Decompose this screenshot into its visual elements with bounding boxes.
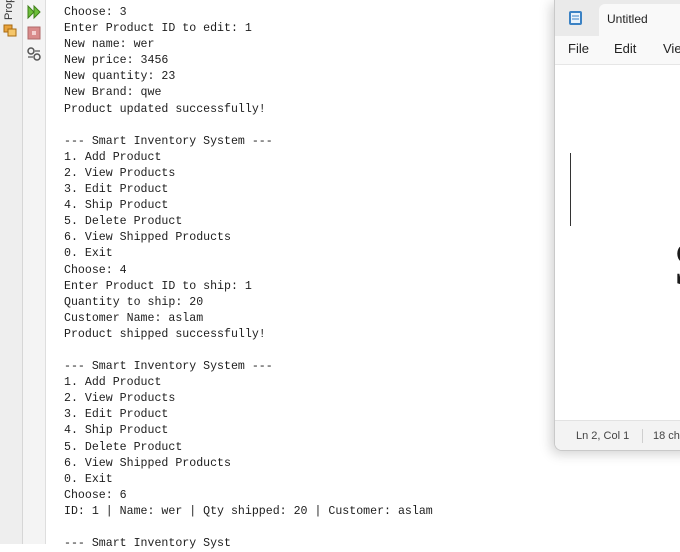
- console-line: Choose: 3: [64, 6, 127, 19]
- console-line: 5. Delete Product: [64, 440, 183, 454]
- notepad-window[interactable]: Untitled File Edit Vie S Ln 2, Col 1 18 …: [554, 0, 680, 451]
- console-line: 2. View Products: [64, 166, 176, 180]
- console-line: 0. Exit: [64, 247, 113, 261]
- console-line: 3. Edit Product: [64, 408, 169, 422]
- console-line: New name: wer: [64, 38, 155, 52]
- console-line: 1. Add Product: [64, 376, 162, 390]
- stop-icon[interactable]: [26, 25, 42, 41]
- properties-label: Prop: [3, 0, 15, 20]
- console-line: Product shipped successfully!: [64, 327, 266, 341]
- menu-file[interactable]: File: [568, 41, 589, 56]
- settings-icon[interactable]: [26, 46, 42, 62]
- console-line: 0. Exit: [64, 472, 113, 486]
- notepad-titlebar[interactable]: Untitled: [555, 0, 680, 36]
- output-toolbar: [23, 0, 46, 544]
- notepad-menubar: File Edit Vie: [555, 36, 680, 65]
- notepad-editor[interactable]: S: [555, 65, 680, 420]
- console-line: --- Smart Inventory System ---: [64, 360, 273, 374]
- notepad-tab[interactable]: Untitled: [599, 4, 680, 36]
- cursor-position: Ln 2, Col 1: [576, 430, 630, 442]
- console-line: 6. View Shipped Products: [64, 231, 231, 245]
- console-line: 3. Edit Product: [64, 183, 169, 197]
- menu-view[interactable]: Vie: [663, 41, 680, 56]
- console-line: 1. Add Product: [64, 150, 162, 164]
- console-line: New Brand: qwe: [64, 86, 162, 100]
- menu-edit[interactable]: Edit: [614, 41, 636, 56]
- console-line: Quantity to ship: 20: [64, 295, 204, 309]
- console-line: Customer Name: aslam: [64, 311, 204, 325]
- console-line: New price: 3456: [64, 54, 169, 68]
- console-line: New quantity: 23: [64, 70, 176, 84]
- console-line: ID: 1 | Name: wer | Qty shipped: 20 | Cu…: [64, 504, 433, 518]
- console-line: Product updated successfully!: [64, 102, 266, 116]
- console-line: 4. Ship Product: [64, 424, 169, 438]
- status-separator: [642, 429, 643, 443]
- notepad-statusbar: Ln 2, Col 1 18 ch: [555, 420, 680, 450]
- rerun-icon[interactable]: [26, 4, 42, 20]
- console-line: Choose: 6: [64, 488, 127, 502]
- notepad-app-icon: [569, 11, 582, 25]
- console-line: 6. View Shipped Products: [64, 456, 231, 470]
- console-output[interactable]: Choose: 3 Enter Product ID to edit: 1 New …: [64, 5, 604, 552]
- editor-text-fragment: S: [673, 227, 680, 301]
- properties-panel-strip[interactable]: Prop: [0, 0, 23, 544]
- text-caret: [570, 153, 571, 226]
- notepad-title: Untitled: [607, 12, 648, 26]
- console-line: --- Smart Inventory System ---: [64, 134, 273, 148]
- console-line: Enter Product ID to ship: 1: [64, 279, 252, 293]
- console-line: 2. View Products: [64, 392, 176, 406]
- console-line: Enter Product ID to edit: 1: [64, 22, 252, 36]
- console-line: Choose: 4: [64, 263, 127, 277]
- console-line: 5. Delete Product: [64, 215, 183, 229]
- console-line: --- Smart Inventory Syst: [64, 537, 231, 551]
- properties-icon: [3, 24, 17, 37]
- character-count: 18 ch: [653, 430, 680, 442]
- console-line: 4. Ship Product: [64, 199, 169, 213]
